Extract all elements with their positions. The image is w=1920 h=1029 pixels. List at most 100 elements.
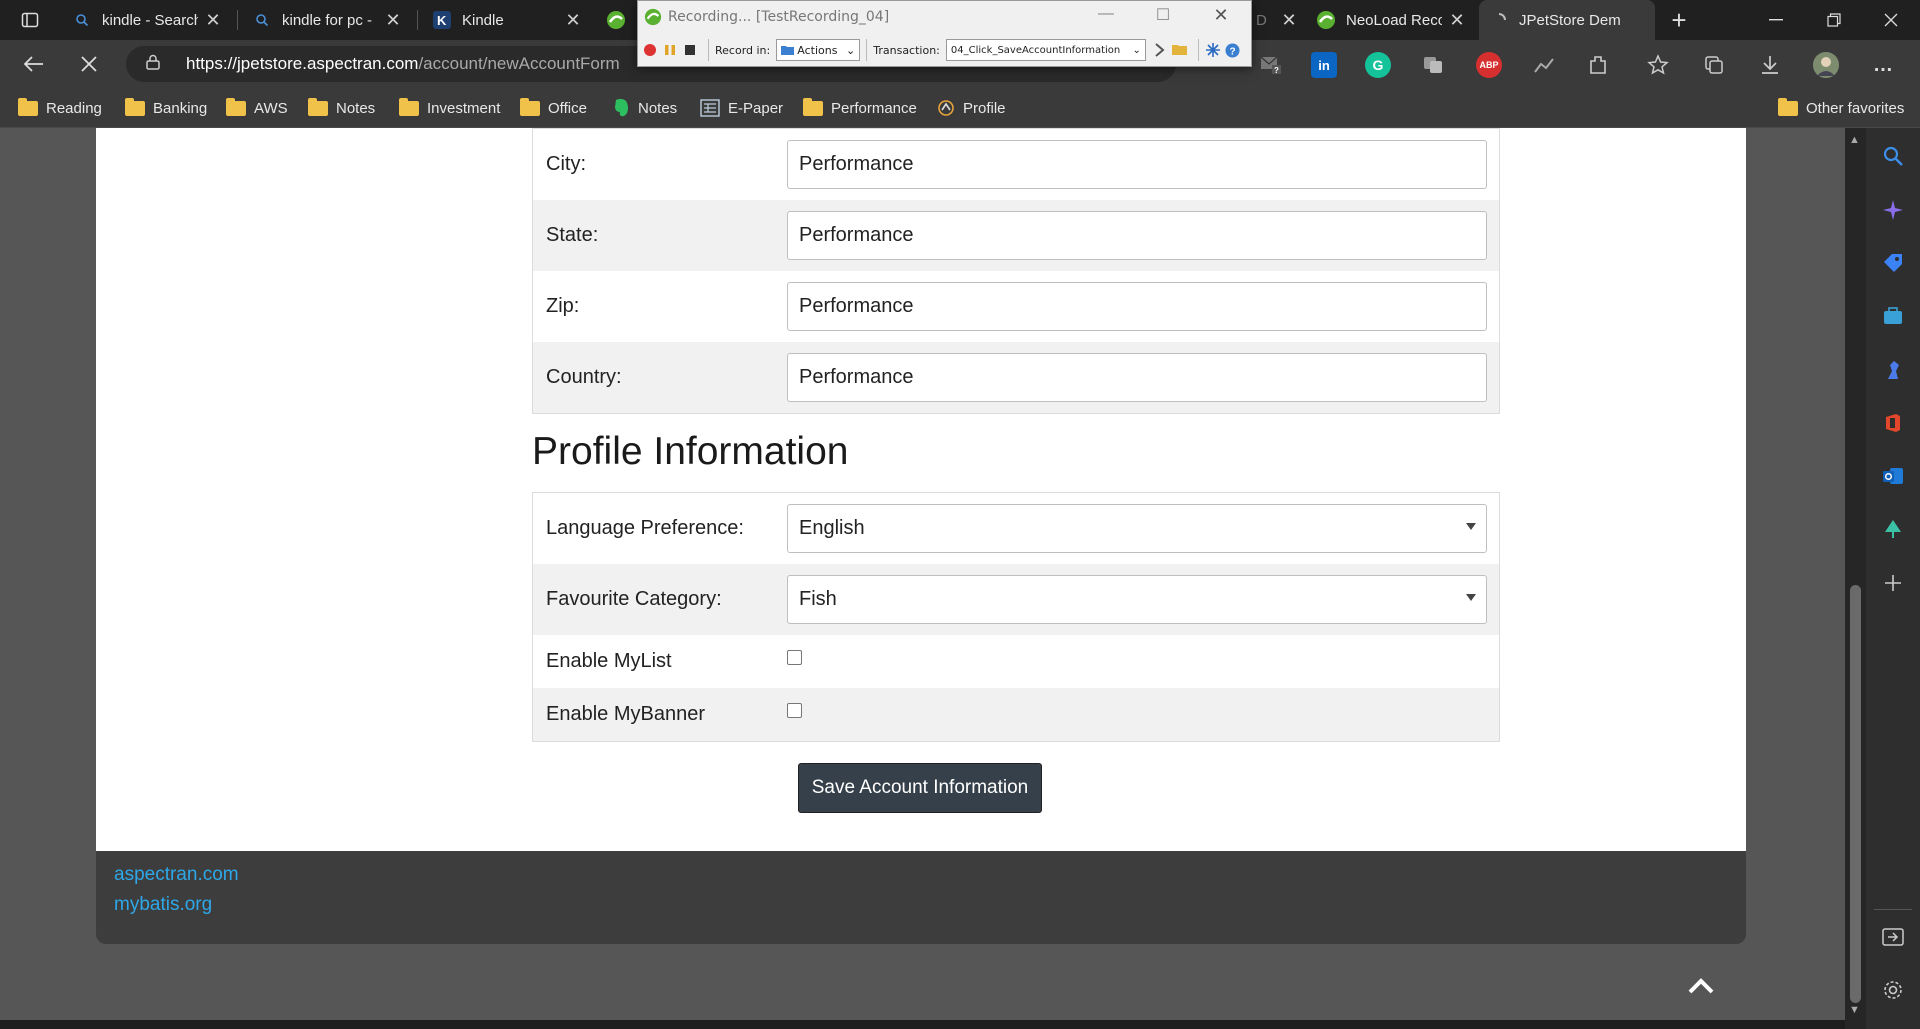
- extensions-icon[interactable]: [1585, 52, 1611, 78]
- state-input[interactable]: [787, 211, 1487, 260]
- record-icon[interactable]: [642, 42, 658, 58]
- tab-kindle-for-pc[interactable]: kindle for pc - ✕: [242, 0, 412, 40]
- copilot-sparkle-icon[interactable]: [1881, 198, 1905, 222]
- outlook-icon[interactable]: [1881, 464, 1905, 488]
- city-input[interactable]: [787, 140, 1487, 189]
- hide-sidebar-icon[interactable]: [1881, 925, 1905, 949]
- more-icon[interactable]: …: [1870, 52, 1896, 78]
- settings-gear-icon[interactable]: [1881, 978, 1905, 1002]
- new-tab-button[interactable]: +: [1663, 4, 1695, 36]
- games-chess-icon[interactable]: [1881, 358, 1905, 382]
- tab-neoload-recorder[interactable]: NeoLoad Reco ✕: [1306, 0, 1476, 40]
- edge-sidebar: [1866, 128, 1920, 1029]
- grammarly-icon[interactable]: G: [1365, 52, 1391, 78]
- record-in-select[interactable]: Actions ⌄: [776, 39, 861, 61]
- url-path: /account/newAccountForm: [418, 54, 620, 73]
- add-icon[interactable]: [1881, 571, 1905, 595]
- tab-title: kindle - Search: [102, 11, 198, 29]
- shopping-tag-icon[interactable]: [1881, 251, 1905, 275]
- favorite-notes-folder[interactable]: Notes: [308, 96, 375, 120]
- footer-link-aspectran[interactable]: aspectran.com: [114, 864, 239, 886]
- save-account-information-button[interactable]: Save Account Information: [798, 763, 1042, 813]
- favorite-epaper[interactable]: E-Paper: [700, 96, 783, 120]
- close-window-button[interactable]: [1862, 0, 1920, 40]
- scroll-thumb[interactable]: [1850, 585, 1861, 1003]
- tab-kindle[interactable]: K Kindle ✕: [422, 0, 592, 40]
- tab-actions-icon[interactable]: [10, 6, 50, 34]
- profile-avatar[interactable]: [1813, 52, 1839, 78]
- category-select[interactable]: Fish: [787, 575, 1487, 624]
- scroll-up-icon[interactable]: ▲: [1849, 134, 1860, 146]
- other-favorites[interactable]: Other favorites: [1778, 96, 1904, 120]
- close-icon[interactable]: ✕: [204, 10, 222, 31]
- language-select[interactable]: English: [787, 504, 1487, 553]
- favorite-investment[interactable]: Investment: [399, 96, 500, 120]
- tree-icon[interactable]: [1881, 517, 1905, 541]
- toolbar-divider: [708, 39, 709, 61]
- grammarly-label: G: [1372, 57, 1384, 73]
- tab-jpetstore[interactable]: JPetStore Dem: [1479, 0, 1655, 40]
- mylist-checkbox[interactable]: [787, 650, 802, 665]
- search-icon[interactable]: [1881, 144, 1905, 168]
- chevron-down-icon: ⌄: [1132, 44, 1141, 56]
- favorites-icon[interactable]: [1645, 52, 1671, 78]
- folder-icon: [308, 97, 328, 116]
- close-icon[interactable]: ✕: [564, 10, 582, 31]
- favorite-office[interactable]: Office: [520, 96, 587, 120]
- recorder-maximize-button[interactable]: ☐: [1148, 5, 1178, 29]
- language-label: Language Preference:: [546, 517, 744, 539]
- form-row-city: City:: [533, 129, 1499, 200]
- tab-title: NeoLoad Reco: [1346, 11, 1442, 29]
- recorder-minimize-button[interactable]: —: [1091, 5, 1121, 29]
- favorite-evernote[interactable]: Notes: [612, 96, 677, 120]
- office-icon[interactable]: [1881, 411, 1905, 435]
- pause-icon[interactable]: [662, 42, 678, 58]
- adblock-icon[interactable]: ABP: [1476, 52, 1502, 78]
- capture-icon[interactable]: [1205, 42, 1221, 58]
- favorite-aws[interactable]: AWS: [226, 96, 288, 120]
- form-row-country: Country:: [533, 342, 1499, 413]
- close-icon[interactable]: ✕: [1448, 10, 1466, 31]
- mylist-label: Enable MyList: [546, 650, 672, 672]
- mail-icon[interactable]: ?: [1258, 52, 1284, 78]
- open-folder-icon[interactable]: [1171, 42, 1188, 58]
- back-to-top-icon[interactable]: [1686, 971, 1716, 1001]
- favorite-banking[interactable]: Banking: [125, 96, 207, 120]
- mybanner-checkbox[interactable]: [787, 703, 802, 718]
- translate-icon[interactable]: [1420, 52, 1446, 78]
- svg-text:?: ?: [1230, 46, 1236, 57]
- scroll-down-icon[interactable]: ▼: [1849, 1004, 1860, 1016]
- favorite-profile[interactable]: Profile: [937, 96, 1006, 120]
- stats-icon[interactable]: [1531, 52, 1557, 78]
- recorder-close-button[interactable]: ✕: [1206, 5, 1236, 29]
- help-icon[interactable]: ?: [1225, 42, 1241, 58]
- stop-icon[interactable]: [682, 42, 698, 58]
- collections-icon[interactable]: [1701, 52, 1727, 78]
- linkedin-icon[interactable]: in: [1311, 52, 1337, 78]
- favorite-performance[interactable]: Performance: [803, 96, 917, 120]
- tab-neoload-partial[interactable]: [596, 0, 636, 40]
- tab-kindle-search[interactable]: kindle - Search ✕: [62, 0, 232, 40]
- stop-loading-button[interactable]: [71, 48, 107, 80]
- page-scrollbar[interactable]: ▲ ▼: [1845, 128, 1866, 1029]
- close-icon[interactable]: ✕: [384, 10, 402, 31]
- tab-partial[interactable]: D ✕: [1252, 0, 1302, 40]
- footer-link-mybatis[interactable]: mybatis.org: [114, 894, 212, 916]
- downloads-icon[interactable]: [1757, 52, 1783, 78]
- favorite-reading[interactable]: Reading: [18, 96, 102, 120]
- zip-input[interactable]: [787, 282, 1487, 331]
- close-icon[interactable]: ✕: [1280, 10, 1298, 31]
- minimize-button[interactable]: [1747, 0, 1805, 40]
- tab-title: D: [1256, 11, 1267, 29]
- lock-icon[interactable]: [146, 54, 166, 74]
- transaction-input[interactable]: 04_Click_SaveAccountInformation ⌄: [945, 39, 1146, 61]
- restore-button[interactable]: [1805, 0, 1863, 40]
- country-input[interactable]: [787, 353, 1487, 402]
- more-label: …: [1873, 53, 1893, 76]
- form-row-language: Language Preference: English: [533, 493, 1499, 564]
- tools-briefcase-icon[interactable]: [1881, 304, 1905, 328]
- kindle-icon: K: [432, 10, 452, 30]
- next-transaction-icon[interactable]: [1152, 42, 1168, 58]
- status-strip: [0, 1020, 1845, 1029]
- back-button[interactable]: [16, 48, 52, 80]
